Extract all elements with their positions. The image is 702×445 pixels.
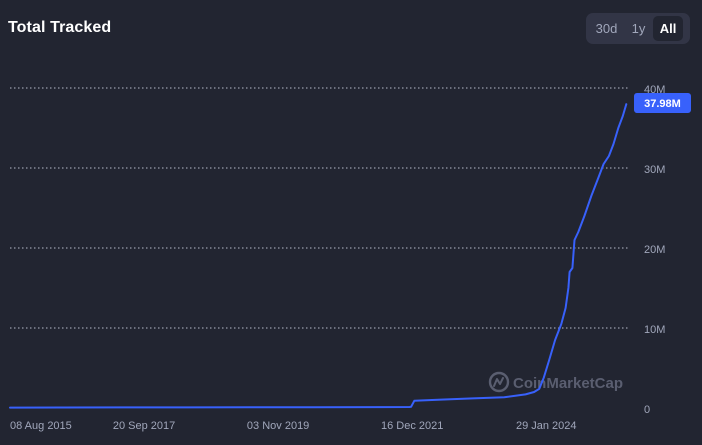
- y-tick-label: 30M: [644, 164, 665, 176]
- x-tick-label: 16 Dec 2021: [381, 420, 443, 432]
- y-tick-label: 10M: [644, 324, 665, 336]
- y-tick-label: 0: [644, 404, 650, 416]
- series-line: [9, 103, 628, 409]
- watermark: CoinMarketCap: [488, 371, 623, 393]
- x-tick-label: 29 Jan 2024: [516, 420, 577, 432]
- line-chart: 010M20M30M40M 08 Aug 2015 20 Sep 2017 03 N…: [9, 84, 691, 432]
- grid-lines: [10, 87, 628, 329]
- last-value-badge: 37.98M: [634, 93, 691, 113]
- y-axis-ticks: 010M20M30M40M: [644, 84, 665, 416]
- coinmarketcap-logo-icon: [488, 371, 510, 393]
- last-value-label: 37.98M: [644, 98, 681, 110]
- y-tick-label: 20M: [644, 244, 665, 256]
- x-tick-label: 20 Sep 2017: [113, 420, 175, 432]
- watermark-text: CoinMarketCap: [513, 375, 623, 392]
- x-axis-ticks: 08 Aug 2015 20 Sep 2017 03 Nov 2019 16 Dec …: [10, 420, 577, 432]
- x-tick-label: 08 Aug 2015: [10, 420, 72, 432]
- x-tick-label: 03 Nov 2019: [247, 420, 309, 432]
